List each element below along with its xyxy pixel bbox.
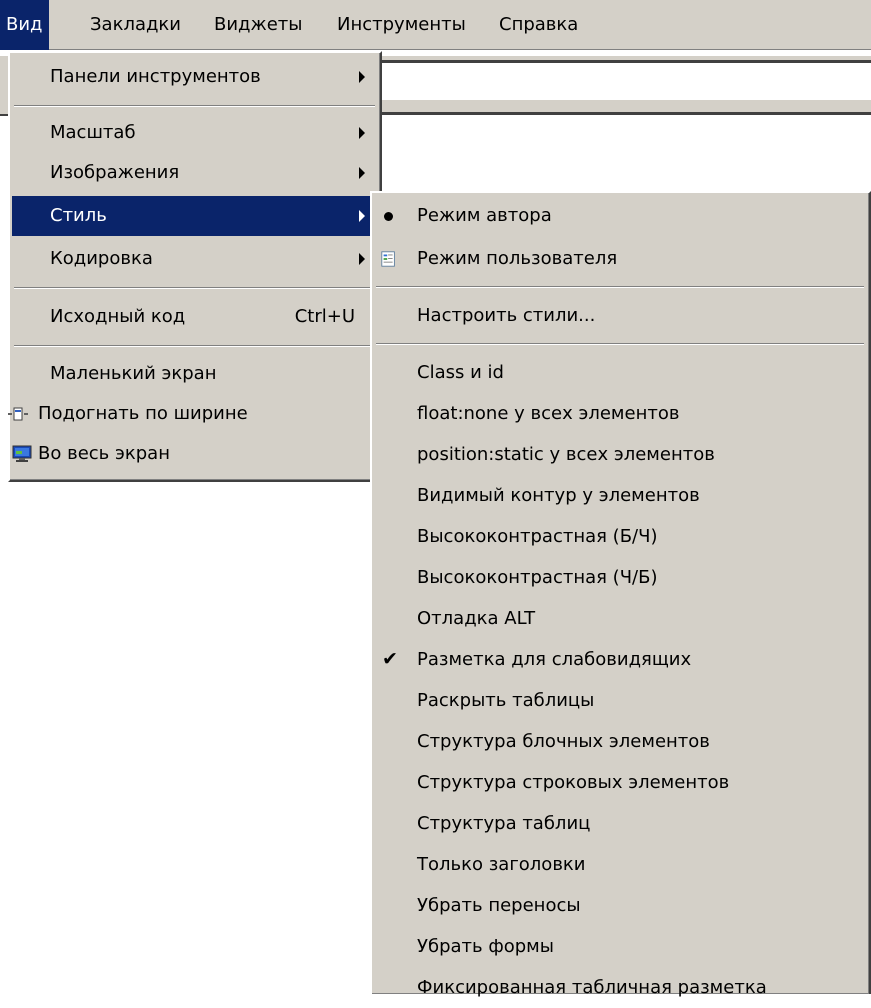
- menu-separator: [376, 286, 864, 288]
- menu-item-zoom[interactable]: Масштаб: [12, 113, 377, 153]
- menu-separator: [14, 287, 375, 289]
- menu-item-style[interactable]: Стиль: [12, 196, 377, 236]
- menu-item-label: Отладка ALT: [417, 608, 536, 629]
- menu-item-label: float:none у всех элементов: [417, 403, 680, 424]
- menu-item-inline-structure[interactable]: Структура строковых элементов: [374, 763, 866, 803]
- menu-item-customize-styles[interactable]: Настроить стили...: [374, 296, 866, 336]
- menu-item-toolbars[interactable]: Панели инструментов: [12, 57, 377, 97]
- menu-item-label: Стиль: [50, 205, 107, 226]
- menu-item-label: Настроить стили...: [417, 305, 596, 326]
- submenu-arrow-icon: [359, 253, 365, 265]
- window-edge: [0, 114, 8, 116]
- menu-item-label: Class и id: [417, 362, 504, 383]
- menu-item-user-mode[interactable]: Режим пользователя: [374, 239, 866, 279]
- menu-item-visible-outline[interactable]: Видимый контур у элементов: [374, 476, 866, 516]
- menu-item-fit-width[interactable]: Подогнать по ширине: [8, 394, 377, 434]
- menu-item-label: Режим пользователя: [417, 248, 618, 269]
- menu-item-small-screen[interactable]: Маленький экран: [12, 354, 377, 394]
- menu-item-source-code[interactable]: Исходный код Ctrl+U: [12, 297, 377, 337]
- menu-item-table-structure[interactable]: Структура таблиц: [374, 804, 866, 844]
- menu-item-label: Разметка для слабовидящих: [417, 649, 692, 670]
- menu-item-label: Исходный код: [50, 306, 186, 327]
- menu-item-high-contrast-wb[interactable]: Высококонтрастная (Ч/Б): [374, 558, 866, 598]
- submenu-arrow-icon: [359, 71, 365, 83]
- menu-item-float-none[interactable]: float:none у всех элементов: [374, 394, 866, 434]
- menubar-tools[interactable]: Инструменты: [331, 0, 472, 50]
- menu-item-label: Панели инструментов: [50, 66, 261, 87]
- fit-width-icon: [8, 407, 28, 421]
- radio-bullet-icon: [384, 212, 393, 221]
- menu-bar: Вид Закладки Виджеты Инструменты Справка: [0, 0, 871, 50]
- fullscreen-monitor-icon: [12, 445, 32, 462]
- submenu-arrow-icon: [359, 167, 365, 179]
- menu-item-label: Убрать формы: [417, 936, 554, 957]
- checkmark-icon: ✔: [382, 648, 398, 670]
- menu-item-headings-only[interactable]: Только заголовки: [374, 845, 866, 885]
- menu-item-label: Подогнать по ширине: [38, 403, 248, 424]
- user-mode-icon: [381, 251, 395, 267]
- menu-item-label: position:static у всех элементов: [417, 444, 715, 465]
- menu-item-label: Изображения: [50, 162, 180, 183]
- menu-item-label: Видимый контур у элементов: [417, 485, 700, 506]
- menu-item-label: Только заголовки: [417, 854, 586, 875]
- menubar-help[interactable]: Справка: [493, 0, 584, 50]
- page-content-area: [378, 112, 871, 202]
- menu-item-high-contrast-bw[interactable]: Высококонтрастная (Б/Ч): [374, 517, 866, 557]
- menu-item-expand-tables[interactable]: Раскрыть таблицы: [374, 681, 866, 721]
- menu-item-label: Фиксированная табличная разметка: [417, 977, 767, 998]
- menu-item-label: Структура таблиц: [417, 813, 591, 834]
- menu-item-shortcut: Ctrl+U: [294, 306, 355, 327]
- menu-item-label: Структура блочных элементов: [417, 731, 710, 752]
- menu-item-low-vision[interactable]: ✔ Разметка для слабовидящих: [374, 640, 866, 680]
- menu-item-debug-alt[interactable]: Отладка ALT: [374, 599, 866, 639]
- menubar-widgets[interactable]: Виджеты: [208, 0, 308, 50]
- menu-item-label: Маленький экран: [50, 363, 217, 384]
- menu-item-position-static[interactable]: position:static у всех элементов: [374, 435, 866, 475]
- menu-item-fullscreen[interactable]: Во весь экран: [12, 434, 377, 474]
- menu-item-label: Масштаб: [50, 122, 136, 143]
- menu-item-fixed-table-layout[interactable]: Фиксированная табличная разметка: [374, 968, 866, 1008]
- menubar-bookmarks[interactable]: Закладки: [84, 0, 187, 50]
- menu-item-label: Режим автора: [417, 205, 552, 226]
- menu-item-encoding[interactable]: Кодировка: [12, 239, 377, 279]
- style-submenu: Режим автора Режим пользователя Настроит…: [370, 191, 871, 998]
- menu-item-label: Высококонтрастная (Б/Ч): [417, 526, 658, 547]
- menu-item-label: Во весь экран: [38, 443, 170, 464]
- menu-item-label: Структура строковых элементов: [417, 772, 730, 793]
- menu-item-label: Кодировка: [50, 248, 153, 269]
- menubar-view[interactable]: Вид: [0, 0, 49, 50]
- menu-item-label: Раскрыть таблицы: [417, 690, 595, 711]
- address-field[interactable]: [378, 60, 871, 100]
- menu-item-remove-forms[interactable]: Убрать формы: [374, 927, 866, 967]
- menu-item-label: Высококонтрастная (Ч/Б): [417, 567, 658, 588]
- menu-item-remove-line-breaks[interactable]: Убрать переносы: [374, 886, 866, 926]
- submenu-arrow-icon: [359, 127, 365, 139]
- menu-item-images[interactable]: Изображения: [12, 153, 377, 193]
- menu-separator: [14, 345, 375, 347]
- menu-item-class-id[interactable]: Class и id: [374, 353, 866, 393]
- menu-separator: [376, 343, 864, 345]
- view-menu: Панели инструментов Масштаб Изображения …: [8, 51, 382, 482]
- menu-item-block-structure[interactable]: Структура блочных элементов: [374, 722, 866, 762]
- menu-separator: [14, 105, 375, 107]
- menu-item-author-mode[interactable]: Режим автора: [374, 196, 866, 236]
- menu-item-label: Убрать переносы: [417, 895, 581, 916]
- submenu-arrow-icon: [359, 210, 365, 222]
